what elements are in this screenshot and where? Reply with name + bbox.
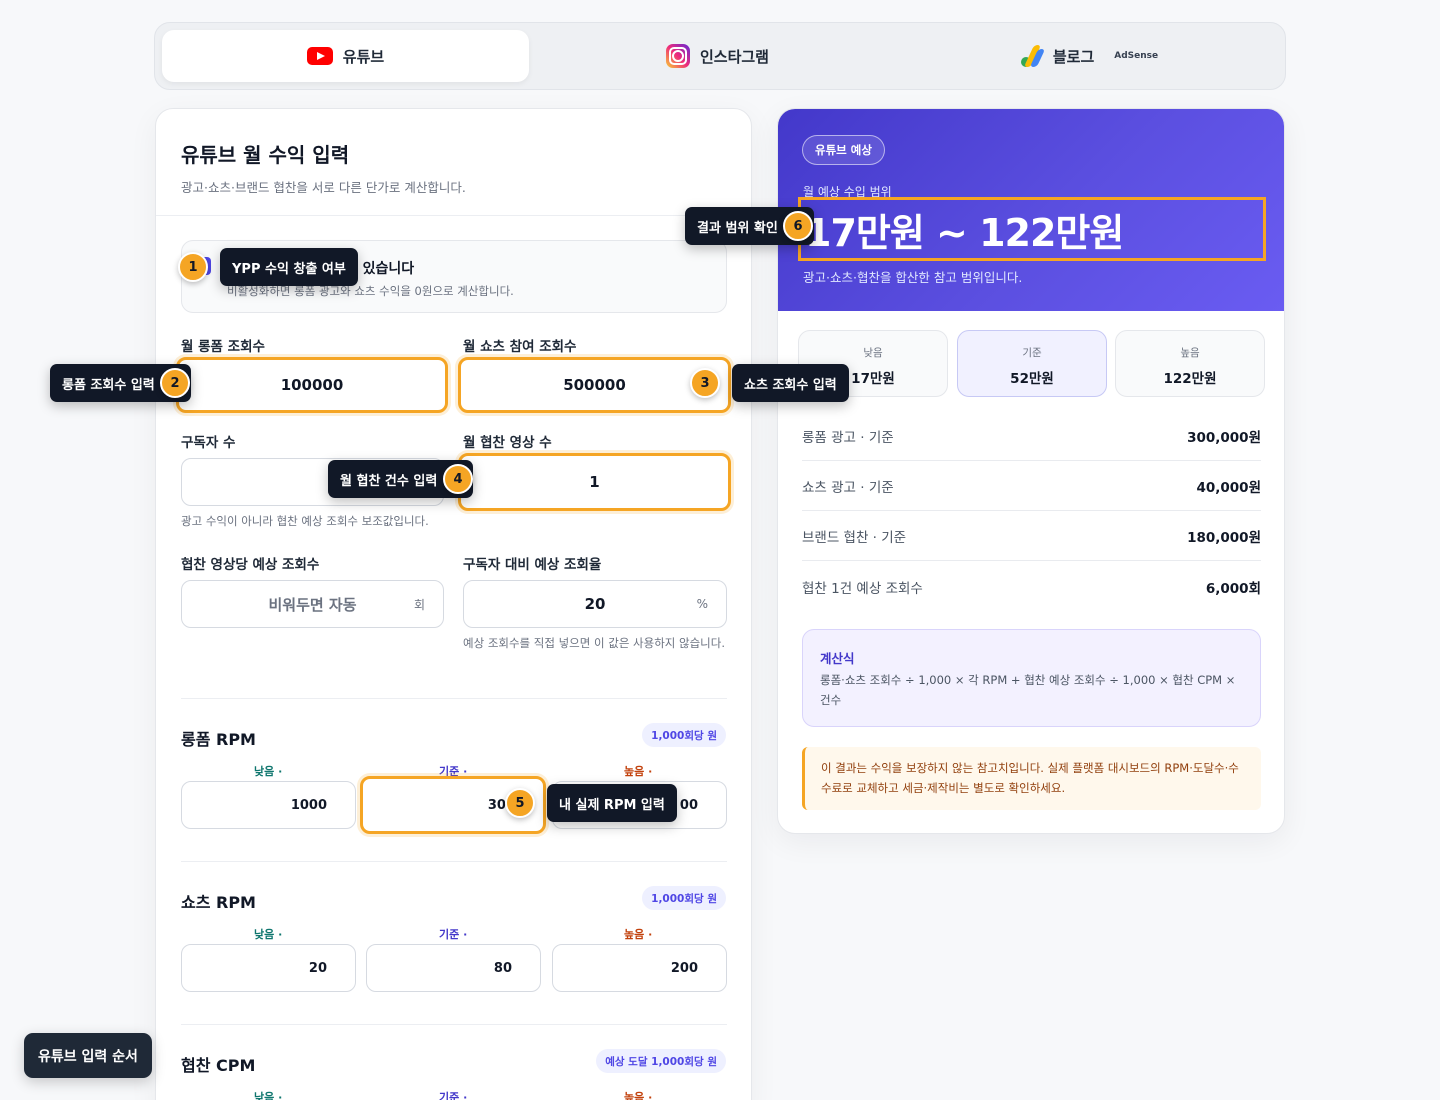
tour-step-2-marker: 2	[160, 368, 190, 398]
tour-step-6-marker: 6	[783, 211, 813, 241]
shorts-rpm-title: 쇼츠 RPM	[181, 893, 256, 912]
view-ratio-input[interactable]: 20 %	[463, 580, 727, 628]
scenario-base-name: 기준	[1022, 347, 1042, 359]
view-ratio-value: 20	[584, 595, 606, 613]
result-row-name: 롱폼 광고 · 기준	[802, 429, 894, 446]
formula-text: 롱폼·쇼츠 조회수 ÷ 1,000 × 각 RPM + 협찬 예상 조회수 ÷ …	[820, 673, 1236, 707]
tour-step-1-marker: 1	[178, 252, 208, 282]
subscribers-hint: 광고 수익이 아니라 협찬 예상 조회수 보조값입니다.	[181, 514, 429, 528]
longform-rpm-low-label: 낮음 ·	[254, 765, 283, 778]
result-row-value: 40,000원	[1196, 479, 1261, 496]
shorts-rpm-high-input[interactable]: 200	[552, 944, 727, 992]
divider	[181, 861, 727, 862]
divider	[181, 698, 727, 699]
view-ratio-label: 구독자 대비 예상 조회율	[463, 557, 602, 573]
longform-rpm-low-value: 1000	[290, 797, 327, 813]
shorts-rpm-low-value: 20	[308, 960, 327, 976]
sponsor-cpm-high-label: 높음 ·	[624, 1091, 653, 1100]
result-row-value: 300,000원	[1187, 429, 1261, 446]
shorts-rpm-base-value: 80	[493, 960, 512, 976]
longform-rpm-high-value: 00	[679, 797, 698, 813]
shorts-rpm-base-label: 기준 ·	[439, 928, 468, 941]
result-row-value: 6,000회	[1205, 581, 1261, 597]
result-row-name: 쇼츠 광고 · 기준	[802, 479, 894, 496]
result-badge: 유튜브 예상	[802, 135, 885, 165]
adsense-icon	[1020, 45, 1046, 67]
scenario-high[interactable]: 높음 122만원	[1115, 330, 1265, 397]
shorts-views-value: 500000	[563, 376, 626, 394]
sponsor-views-label: 협찬 영상당 예상 조회수	[181, 557, 320, 573]
view-ratio-unit: %	[696, 597, 708, 611]
longform-rpm-high-label: 높음 ·	[624, 765, 653, 778]
result-row: 쇼츠 광고 · 기준 40,000원	[802, 461, 1261, 511]
sponsor-views-placeholder: 비워두면 자동	[268, 595, 357, 614]
disclaimer-box: 이 결과는 수익을 보장하지 않는 참고치입니다. 실제 플랫폼 대시보드의 R…	[802, 747, 1261, 810]
subscribers-label: 구독자 수	[181, 435, 236, 451]
result-row-name: 협찬 1건 예상 조회수	[802, 581, 923, 597]
longform-views-value: 100000	[280, 376, 344, 394]
tour-guide-button[interactable]: 유튜브 입력 순서	[24, 1033, 152, 1078]
shorts-views-label: 월 쇼츠 참여 조회수	[463, 339, 577, 355]
shorts-rpm-low-label: 낮음 ·	[254, 928, 283, 941]
result-range-value: 17만원 ~ 122만원	[798, 197, 1266, 261]
result-card: 유튜브 예상 월 예상 수입 범위 17만원 ~ 122만원 광고·쇼츠·협찬을…	[777, 108, 1285, 834]
longform-views-input[interactable]: 100000	[176, 357, 448, 413]
instagram-icon	[665, 44, 690, 68]
longform-rpm-low-input[interactable]: 1000	[181, 781, 356, 829]
result-row: 협찬 1건 예상 조회수 6,000회	[802, 562, 1261, 612]
result-range-note: 광고·쇼츠·협찬을 합산한 참고 범위입니다.	[803, 270, 1023, 285]
platform-tab-bar: 유튜브 인스타그램 블로그 AdSense	[154, 22, 1286, 90]
scenario-low-name: 낮음	[863, 347, 883, 359]
sponsor-videos-value: 1	[589, 473, 600, 491]
tab-blog-label: 블로그	[1052, 47, 1095, 66]
tab-youtube[interactable]: 유튜브	[162, 30, 529, 82]
longform-views-label: 월 롱폼 조회수	[181, 339, 265, 355]
tour-step-1-tooltip: YPP 수익 창출 여부	[220, 248, 358, 286]
formula-box: 계산식 롱폼·쇼츠 조회수 ÷ 1,000 × 각 RPM + 협찬 예상 조회…	[802, 629, 1261, 727]
sponsor-cpm-title: 협찬 CPM	[181, 1056, 256, 1075]
shorts-rpm-low-input[interactable]: 20	[181, 944, 356, 992]
result-row-name: 브랜드 협찬 · 기준	[802, 529, 907, 546]
result-hero: 유튜브 예상 월 예상 수입 범위 17만원 ~ 122만원 광고·쇼츠·협찬을…	[778, 109, 1284, 311]
input-card-title: 유튜브 월 수익 입력	[181, 143, 350, 167]
scenario-high-value: 122만원	[1163, 371, 1217, 387]
scenario-base-value: 52만원	[1010, 371, 1054, 387]
sponsor-videos-label: 월 협찬 영상 수	[463, 435, 552, 451]
tab-instagram[interactable]: 인스타그램	[534, 30, 901, 82]
tab-youtube-label: 유튜브	[342, 47, 385, 66]
scenario-base[interactable]: 기준 52만원	[957, 330, 1107, 397]
tab-blog[interactable]: 블로그 AdSense	[906, 30, 1273, 82]
longform-rpm-unit-pill: 1,000회당 원	[642, 723, 726, 747]
sponsor-videos-input[interactable]: 1	[458, 453, 731, 511]
tour-step-5-marker: 5	[505, 788, 535, 818]
sponsor-cpm-low-label: 낮음 ·	[254, 1091, 283, 1100]
adsense-badge: AdSense	[1114, 51, 1159, 61]
youtube-icon	[306, 47, 333, 65]
result-row: 롱폼 광고 · 기준 300,000원	[802, 411, 1261, 461]
result-row: 브랜드 협찬 · 기준 180,000원	[802, 511, 1261, 561]
scenario-high-name: 높음	[1180, 347, 1200, 359]
sponsor-cpm-base-label: 기준 ·	[439, 1091, 468, 1100]
tour-step-4-marker: 4	[443, 464, 473, 494]
divider	[181, 1024, 727, 1025]
tour-step-3-marker: 3	[690, 368, 720, 398]
sponsor-views-unit: 회	[413, 597, 425, 612]
sponsor-views-input[interactable]: 비워두면 자동 회	[181, 580, 444, 628]
tour-step-3-tooltip: 쇼츠 조회수 입력	[732, 364, 849, 402]
result-row-value: 180,000원	[1187, 529, 1261, 546]
tour-step-5-tooltip: 내 실제 RPM 입력	[547, 784, 677, 822]
sponsor-cpm-unit-pill: 예상 도달 1,000회당 원	[596, 1049, 726, 1073]
shorts-rpm-unit-pill: 1,000회당 원	[642, 886, 726, 910]
formula-title: 계산식	[820, 651, 855, 666]
tab-instagram-label: 인스타그램	[699, 47, 769, 66]
shorts-rpm-high-label: 높음 ·	[624, 928, 653, 941]
divider	[156, 215, 751, 216]
view-ratio-hint: 예상 조회수를 직접 넣으면 이 값은 사용하지 않습니다.	[463, 636, 726, 650]
input-card-subtitle: 광고·쇼츠·브랜드 협찬을 서로 다른 단가로 계산합니다.	[181, 180, 466, 195]
shorts-rpm-base-input[interactable]: 80	[366, 944, 541, 992]
shorts-rpm-high-value: 200	[670, 960, 698, 976]
disclaimer-text: 이 결과는 수익을 보장하지 않는 참고치입니다. 실제 플랫폼 대시보드의 R…	[821, 761, 1239, 795]
longform-rpm-title: 롱폼 RPM	[181, 730, 256, 749]
